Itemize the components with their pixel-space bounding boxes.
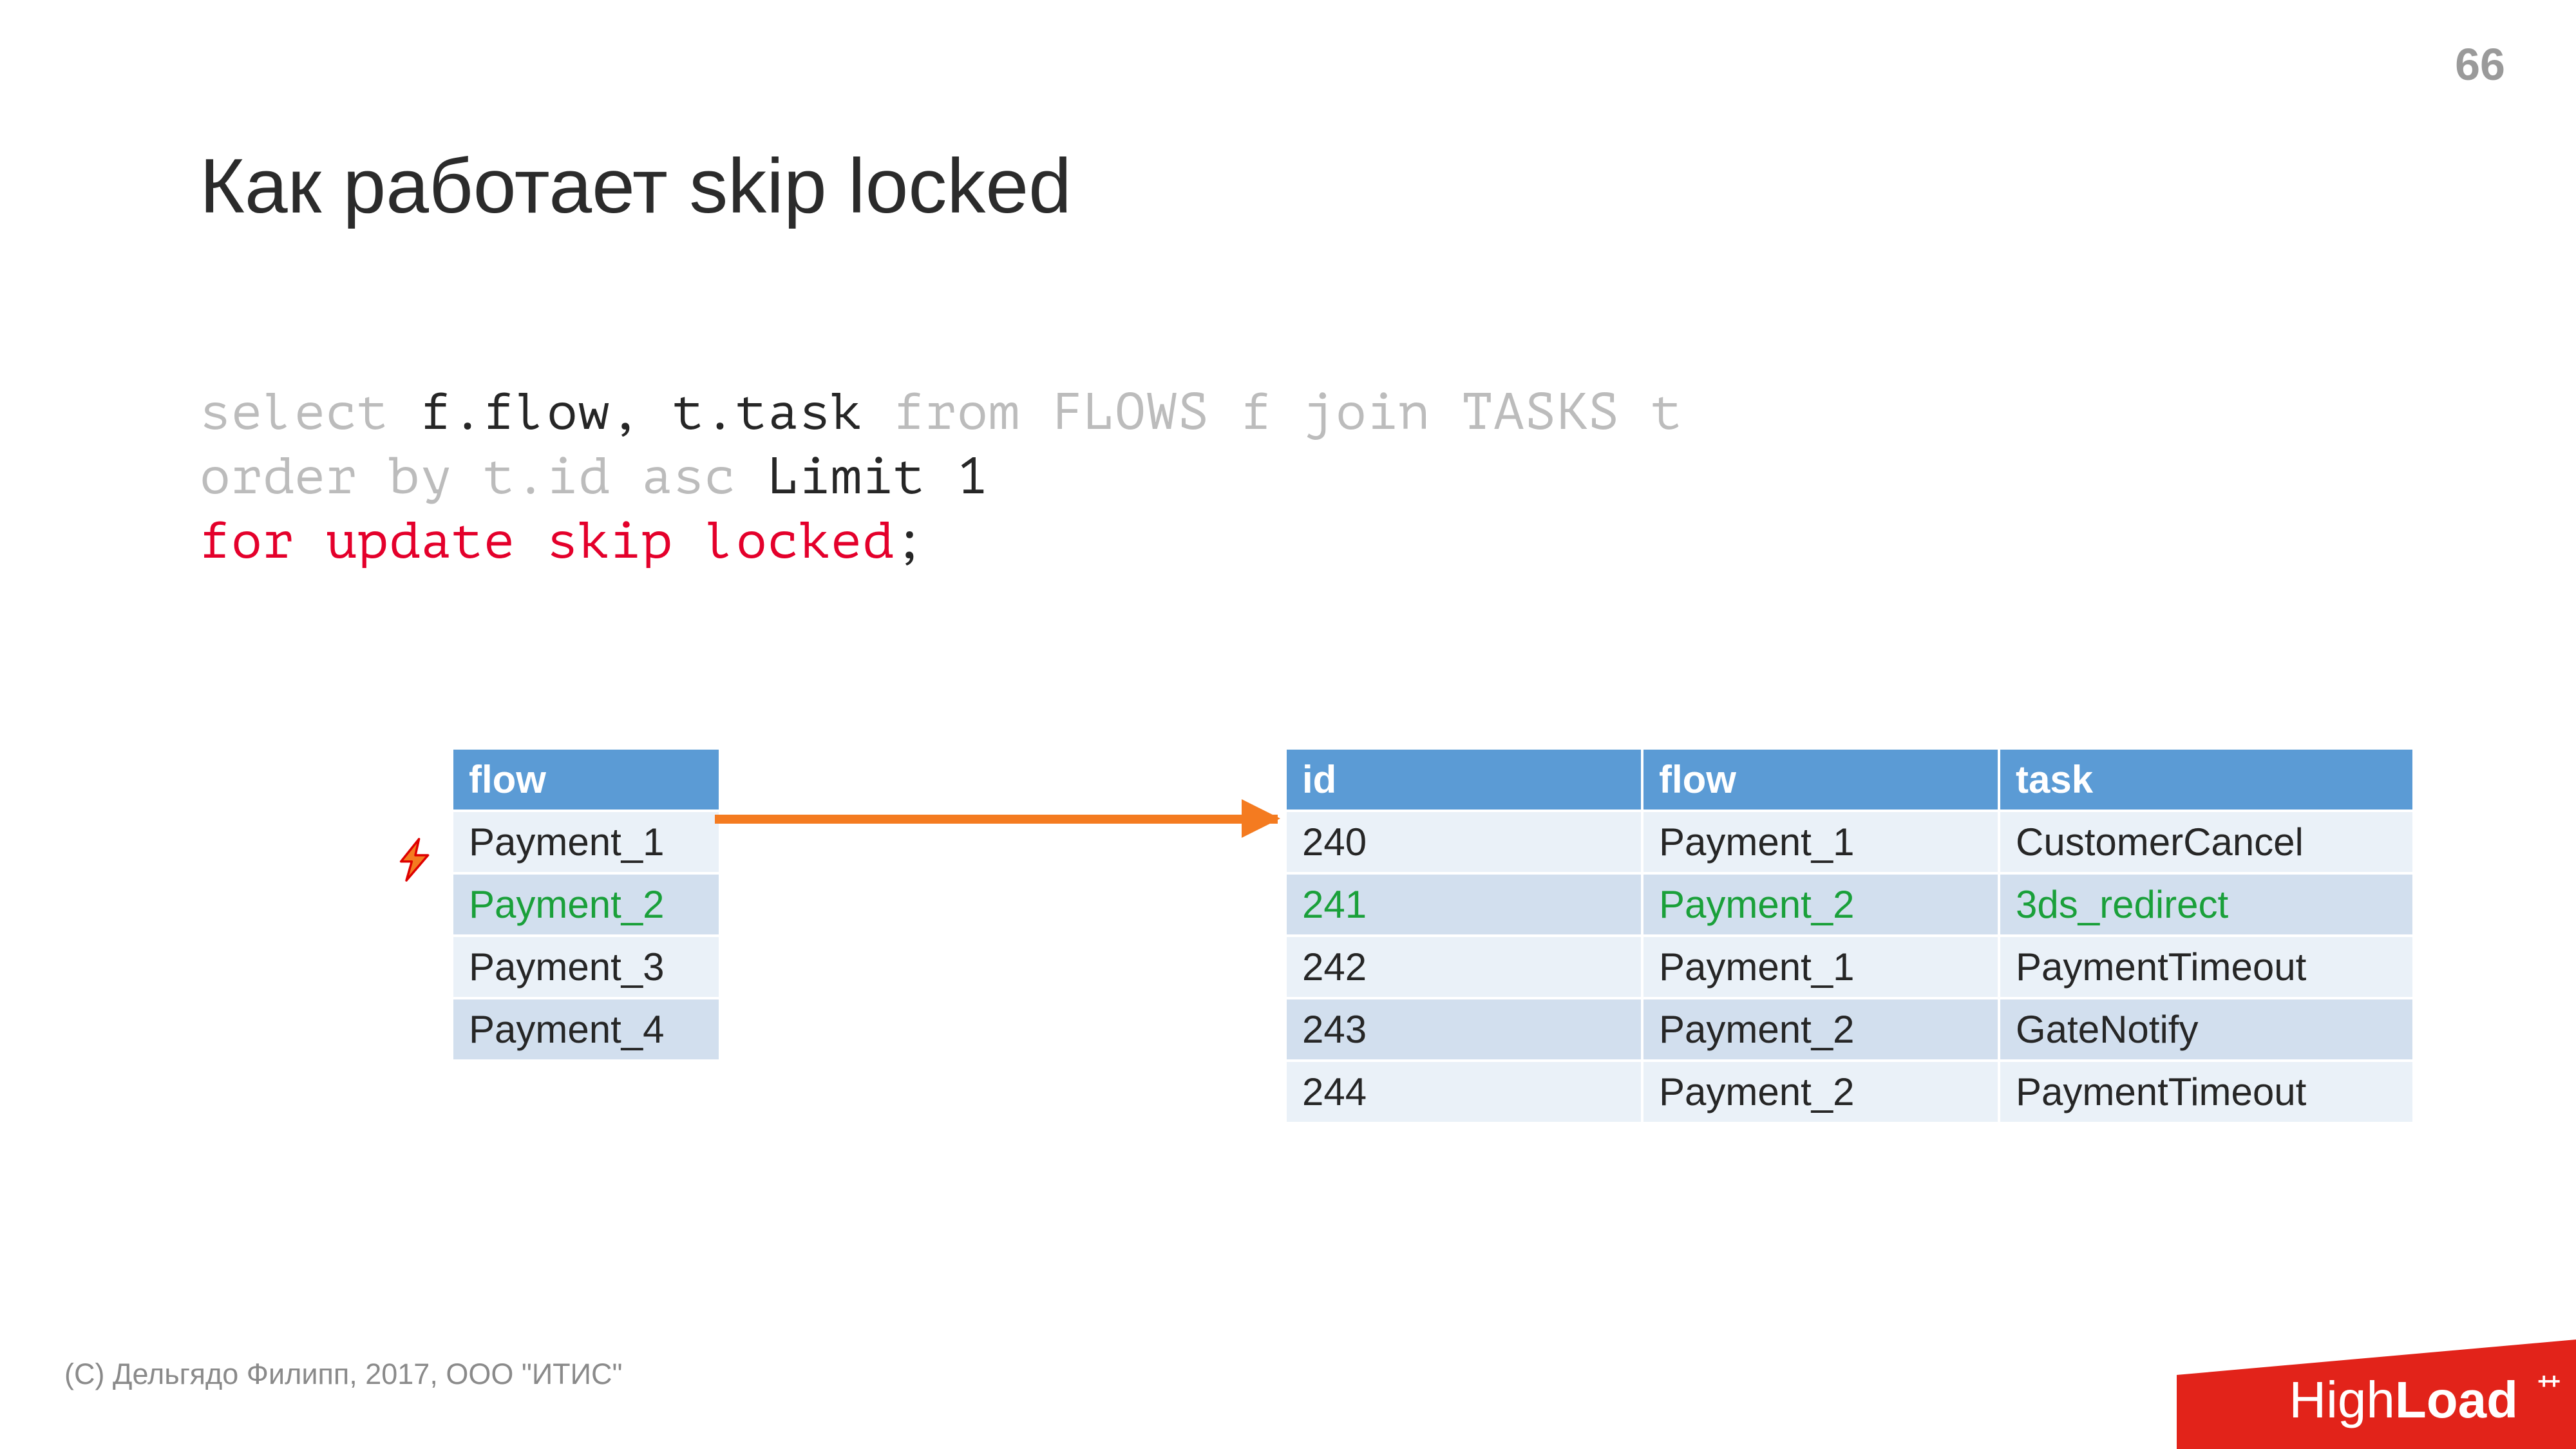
tasks-cell-flow: Payment_1 [1643, 812, 1998, 872]
tasks-cell-flow: Payment_2 [1643, 875, 1998, 934]
sql-semicolon: ; [894, 512, 925, 570]
logo-text: HighLoad [2289, 1370, 2518, 1430]
sql-from-join: from FLOWS f join TASKS t [894, 383, 1683, 441]
slide-title: Как работает skip locked [200, 142, 1072, 231]
sql-order-by: order by t.id asc [200, 448, 768, 506]
tasks-cell-flow: Payment_2 [1643, 999, 1998, 1059]
table-row: 243Payment_2GateNotify [1287, 999, 2412, 1059]
tasks-cell-task: PaymentTimeout [2000, 937, 2412, 997]
tasks-cell-flow: Payment_2 [1643, 1062, 1998, 1122]
table-row: Payment_3 [453, 937, 719, 997]
tasks-cell-id: 240 [1287, 812, 1641, 872]
arrow-container [721, 747, 1284, 824]
logo-text-thin: High [2289, 1371, 2395, 1428]
sql-limit: Limit 1 [768, 448, 989, 506]
sql-fields: f.flow, t.task [421, 383, 894, 441]
arrow-icon [715, 815, 1278, 824]
flows-cell: Payment_2 [453, 875, 719, 934]
table-row: 244Payment_2PaymentTimeout [1287, 1062, 2412, 1122]
flows-table: flow Payment_1Payment_2Payment_3Payment_… [451, 747, 721, 1062]
table-row: Payment_4 [453, 999, 719, 1059]
sql-keyword: select [200, 383, 421, 441]
tasks-cell-id: 244 [1287, 1062, 1641, 1122]
tasks-cell-flow: Payment_1 [1643, 937, 1998, 997]
logo-text-bold: Load [2395, 1371, 2518, 1428]
tables-area: flow Payment_1Payment_2Payment_3Payment_… [451, 747, 2415, 1124]
tasks-cell-id: 242 [1287, 937, 1641, 997]
flows-cell: Payment_3 [453, 937, 719, 997]
tasks-cell-task: 3ds_redirect [2000, 875, 2412, 934]
tasks-cell-task: CustomerCancel [2000, 812, 2412, 872]
tasks-cell-id: 243 [1287, 999, 1641, 1059]
logo-plus: ++ [2537, 1369, 2558, 1394]
tasks-cell-task: GateNotify [2000, 999, 2412, 1059]
tasks-body: 240Payment_1CustomerCancel241Payment_23d… [1287, 812, 2412, 1122]
table-row: 240Payment_1CustomerCancel [1287, 812, 2412, 872]
tasks-cell-id: 241 [1287, 875, 1641, 934]
flows-body: Payment_1Payment_2Payment_3Payment_4 [453, 812, 719, 1059]
flows-cell: Payment_1 [453, 812, 719, 872]
highload-logo: HighLoad ++ [2177, 1340, 2576, 1449]
flows-header-flow: flow [453, 750, 719, 810]
page-number: 66 [2455, 39, 2505, 90]
tasks-cell-task: PaymentTimeout [2000, 1062, 2412, 1122]
flows-cell: Payment_4 [453, 999, 719, 1059]
tasks-header-flow: flow [1643, 750, 1998, 810]
tasks-header-task: task [2000, 750, 2412, 810]
footer-copyright: (C) Дельгядо Филипп, 2017, ООО "ИТИС" [64, 1358, 622, 1391]
table-row: 242Payment_1PaymentTimeout [1287, 937, 2412, 997]
tasks-table: id flow task 240Payment_1CustomerCancel2… [1284, 747, 2415, 1124]
table-row: 241Payment_23ds_redirect [1287, 875, 2412, 934]
table-row: Payment_2 [453, 875, 719, 934]
table-row: Payment_1 [453, 812, 719, 872]
tasks-header-id: id [1287, 750, 1641, 810]
lightning-icon [393, 837, 438, 886]
sql-for-update: for update skip locked [200, 512, 894, 570]
sql-code-block: select f.flow, t.task from FLOWS f join … [200, 380, 1683, 573]
